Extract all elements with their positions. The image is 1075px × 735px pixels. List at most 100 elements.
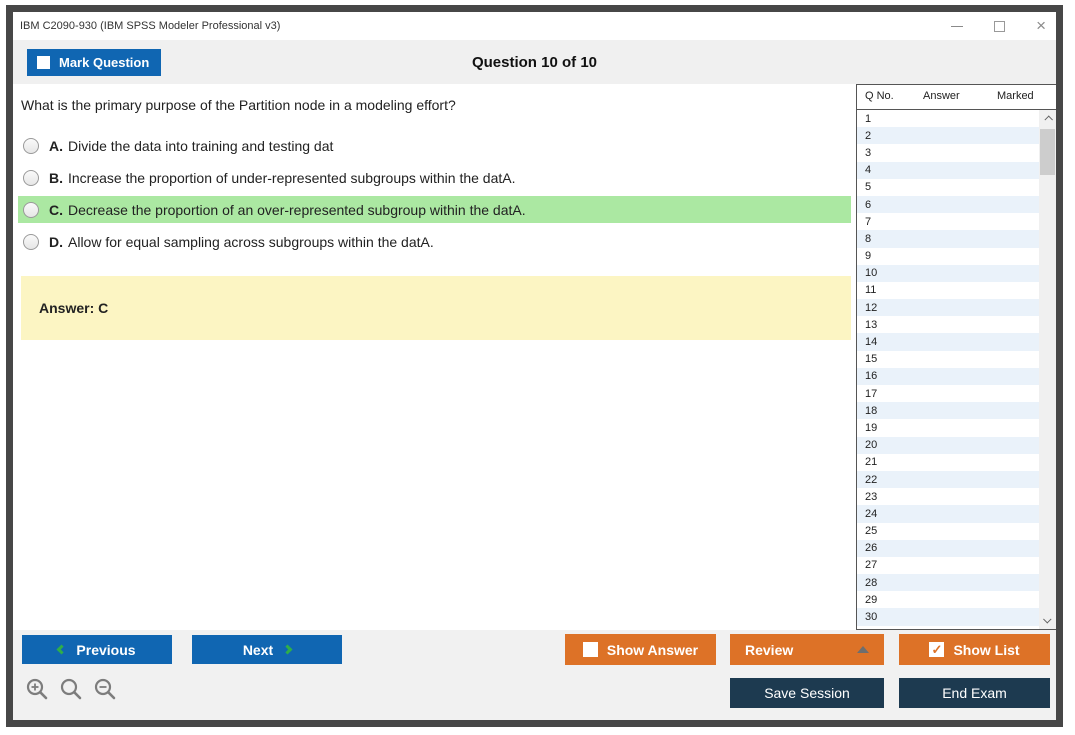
option-text: Decrease the proportion of an over-repre… [68,201,526,218]
minimize-icon[interactable] [951,25,964,27]
question-number: 16 [865,370,878,383]
question-list-row[interactable]: 6 [857,195,1039,214]
question-list-row[interactable]: 26 [857,539,1039,557]
question-list-row[interactable]: 28 [857,574,1039,592]
close-icon[interactable]: × [1036,17,1046,34]
option-c[interactable]: C. Decrease the proportion of an over-rep… [18,196,851,223]
radio-icon[interactable] [23,233,39,250]
end-exam-button[interactable]: End Exam [899,678,1050,708]
option-letter: C. [49,201,63,218]
question-list-row[interactable]: 27 [857,557,1039,574]
scroll-up-icon[interactable] [1039,111,1056,127]
question-text: What is the primary purpose of the Parti… [21,97,456,113]
scrollbar[interactable] [1039,110,1056,629]
next-button[interactable]: Next [192,635,342,664]
show-answer-label: Show Answer [606,641,699,658]
zoom-reset-icon[interactable] [59,677,84,702]
show-answer-button[interactable]: Show Answer [565,634,716,665]
answer-box: Answer: C [21,276,851,340]
chevron-right-icon [282,644,293,655]
question-number: 26 [865,542,878,555]
mark-question-checkbox-icon[interactable] [37,56,50,69]
column-header-qno: Q No. [865,90,894,102]
question-list-row[interactable]: 14 [857,333,1039,351]
show-list-button[interactable]: ✓ Show List [899,634,1050,665]
question-list-row[interactable]: 21 [857,454,1039,471]
previous-button[interactable]: Previous [22,635,172,664]
question-list-row[interactable]: 25 [857,523,1039,540]
mark-question-button[interactable]: Mark Question [27,49,161,76]
option-letter: B. [49,169,63,186]
question-list-row[interactable]: 4 [857,161,1039,179]
question-list-row[interactable]: 29 [857,591,1039,608]
question-list-row[interactable]: 8 [857,230,1039,248]
question-number: 27 [865,559,878,572]
question-list-row[interactable]: 5 [857,179,1039,196]
question-number: 13 [865,318,878,331]
question-list-row[interactable]: 12 [857,299,1039,317]
radio-icon[interactable] [23,169,39,186]
question-number: 4 [865,164,872,177]
question-list-row[interactable]: 7 [857,213,1039,230]
question-list-row[interactable]: 16 [857,367,1039,385]
question-list-row[interactable]: 17 [857,385,1039,402]
question-number: 15 [865,353,878,366]
question-list-row[interactable]: 10 [857,264,1039,282]
question-list-row[interactable]: 15 [857,351,1039,368]
window-controls: × [951,12,1046,40]
maximize-icon[interactable] [994,20,1006,32]
zoom-out-icon[interactable] [93,677,118,702]
option-a[interactable]: A. Divide the data into training and test… [18,132,851,159]
option-b[interactable]: B. Increase the proportion of under-repre… [18,164,851,191]
scroll-down-icon[interactable] [1039,612,1056,628]
question-list-row[interactable]: 18 [857,402,1039,420]
question-list-row[interactable]: 20 [857,436,1039,454]
column-header-marked: Marked [997,90,1034,102]
question-number: 20 [865,439,878,452]
title-bar: IBM C2090-930 (IBM SPSS Modeler Professi… [13,12,1056,40]
save-session-button[interactable]: Save Session [730,678,884,708]
question-list-row[interactable]: 22 [857,470,1039,489]
zoom-in-icon[interactable] [25,677,50,702]
mark-question-label: Mark Question [59,55,150,70]
chevron-left-icon [56,644,67,655]
question-number: 12 [865,301,878,314]
question-number: 21 [865,456,878,469]
save-session-label: Save Session [764,685,850,701]
question-list-row[interactable]: 13 [857,316,1039,333]
option-letter: A. [49,137,63,154]
question-list-row[interactable]: 30 [857,608,1039,626]
question-list-body-wrap: 1 2 3 4 5 6 7 8 9 10 11 12 13 14 15 16 17 18 19 20 21 22 23 24 2… [857,110,1056,629]
zoom-controls [25,677,118,702]
question-number: 18 [865,404,878,417]
question-list-row[interactable]: 1 [857,110,1039,127]
question-list-row[interactable]: 23 [857,488,1039,505]
question-list-row[interactable]: 24 [857,505,1039,523]
option-text: Divide the data into training and testin… [68,137,334,154]
option-d[interactable]: D. Allow for equal sampling across subgro… [18,228,851,255]
column-header-answer: Answer [923,90,960,102]
header-strip: Mark Question Question 10 of 10 [13,40,1056,84]
radio-icon[interactable] [23,201,39,218]
radio-icon[interactable] [23,137,39,154]
scrollbar-thumb[interactable] [1040,129,1055,175]
question-number: 19 [865,421,878,434]
question-list-row[interactable]: 9 [857,248,1039,265]
question-list-header: Q No. Answer Marked [857,85,1056,110]
question-area: What is the primary purpose of the Parti… [13,84,856,630]
options-list: A. Divide the data into training and test… [18,132,851,260]
triangle-up-icon [857,646,869,653]
question-list-row[interactable]: 2 [857,127,1039,145]
question-number: 9 [865,250,872,263]
question-list-row[interactable]: 11 [857,282,1039,299]
question-number: 30 [865,611,878,624]
question-list-row[interactable]: 19 [857,419,1039,436]
question-list-row[interactable]: 3 [857,144,1039,161]
question-number: 17 [865,387,878,400]
question-list-body: 1 2 3 4 5 6 7 8 9 10 11 12 13 14 15 16 17 18 19 20 21 22 23 24 2… [857,110,1039,629]
review-button[interactable]: Review [730,634,884,665]
show-answer-checkbox-icon[interactable] [582,642,598,657]
review-label: Review [745,641,794,658]
window-title: IBM C2090-930 (IBM SPSS Modeler Professi… [20,20,281,32]
show-list-checkbox-icon[interactable]: ✓ [929,642,945,657]
